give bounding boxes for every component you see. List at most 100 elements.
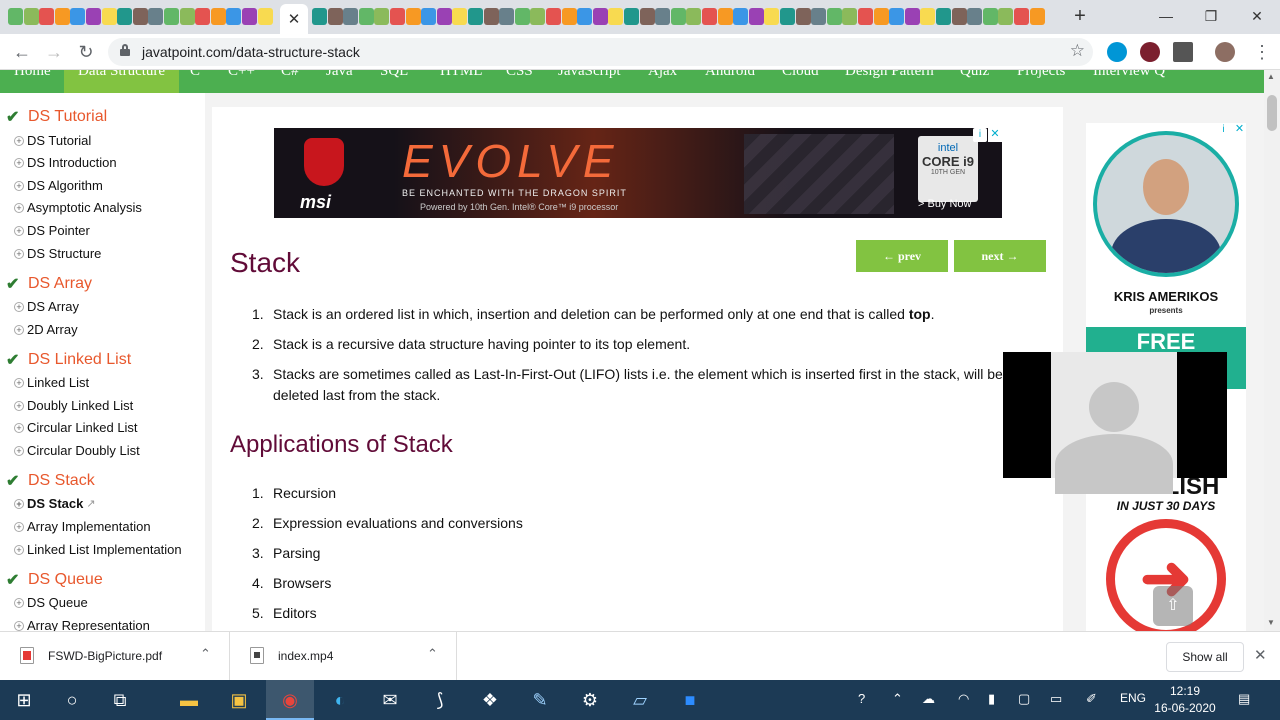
browser-tab[interactable] [421,8,437,25]
nav-item-c-[interactable]: C# [281,70,299,80]
browser-tab[interactable] [998,8,1014,25]
store-icon[interactable]: ▣ [215,680,263,720]
microphone-icon[interactable]: ▮ [988,691,995,707]
minimize-button[interactable]: — [1143,4,1189,28]
sidebar-section-ds-array[interactable]: ✔ DS Array [6,274,92,294]
nav-item-ajax[interactable]: Ajax [648,70,677,80]
browser-tab[interactable] [312,8,327,25]
browser-tab[interactable] [242,8,257,25]
browser-tab[interactable] [499,8,515,25]
browser-tab[interactable] [1029,8,1045,25]
sidebar-item-ds-introduction[interactable]: + DS Introduction [14,155,117,170]
chevron-up-icon[interactable]: ⌃ [200,646,211,662]
browser-tab[interactable] [577,8,593,25]
nav-item-interview-q[interactable]: Interview Q [1093,70,1165,80]
sidebar-item-ds-stack[interactable]: + DS Stack ↗ [14,496,96,511]
browser-tab[interactable] [164,8,179,25]
sidebar-item-ds-queue[interactable]: + DS Queue [14,595,88,610]
sidebar-item-ds-tutorial[interactable]: + DS Tutorial [14,133,91,148]
sidebar-item-array-implementation[interactable]: + Array Implementation [14,519,151,534]
next-button[interactable]: next → [954,240,1046,272]
side-ad-info-icon[interactable]: i [1217,123,1230,136]
wifi-icon[interactable]: ◠ [958,691,969,707]
nav-item-data-structure[interactable]: Data Structure [64,70,180,93]
browser-tab[interactable] [195,8,211,25]
nav-item-home[interactable]: Home [14,70,51,80]
chevron-up-icon[interactable]: ⌃ [892,691,903,707]
browser-tab[interactable] [23,8,39,25]
nav-item-css[interactable]: CSS [506,70,533,80]
sidebar-item-linked-list-implementation[interactable]: + Linked List Implementation [14,542,182,557]
browser-tab[interactable] [405,8,421,25]
browser-tab[interactable] [639,8,655,25]
ad-close-icon[interactable]: ✕ [988,128,1002,142]
k-extension-icon[interactable] [1140,42,1160,62]
browser-tab[interactable] [179,8,195,25]
scrollbar-thumb[interactable] [1267,95,1277,131]
bookmark-star-icon[interactable]: ☆ [1070,41,1085,61]
browser-tab[interactable] [889,8,905,25]
chevron-up-icon[interactable]: ⌃ [427,646,438,662]
settings-gear-icon[interactable]: ⚙ [566,680,614,720]
nav-item-html[interactable]: HTML [440,70,483,80]
scroll-to-top-button[interactable]: ⇧ [1153,586,1193,626]
new-tab-button[interactable]: + [1070,4,1090,28]
nav-item-android[interactable]: Android [705,70,755,80]
menu-icon[interactable]: ⋮ [1250,40,1274,64]
browser-tab[interactable] [780,8,795,25]
close-icon[interactable]: ✕ [288,10,301,28]
browser-tab[interactable] [327,8,343,25]
browser-tab[interactable] [858,8,873,25]
chrome-icon[interactable]: ◉ [266,680,314,720]
download-item[interactable]: index.mp4 ⌃ [230,632,457,681]
browser-tab[interactable] [210,8,226,25]
search-icon[interactable]: ○ [48,680,96,720]
browser-tab[interactable] [951,8,967,25]
edge-icon[interactable]: ◐ [316,680,364,720]
browser-tab[interactable] [117,8,133,25]
browser-tab[interactable] [101,8,117,25]
language-indicator[interactable]: ENG [1120,691,1146,705]
sidebar-item-2d-array[interactable]: +2D Array [14,322,78,337]
browser-tab[interactable] [452,8,468,25]
nav-item-quiz[interactable]: Quiz [960,70,989,80]
close-icon[interactable]: ✕ [1254,646,1267,664]
browser-tab[interactable] [904,8,920,25]
sidebar-item-asymptotic-analysis[interactable]: + Asymptotic Analysis [14,200,142,215]
browser-tab[interactable] [468,8,483,25]
ad-banner[interactable]: msi EVOLVE BE ENCHANTED WITH THE DRAGON … [274,128,1002,218]
browser-tab[interactable] [842,8,858,25]
browser-tab[interactable] [608,8,624,25]
notes-icon[interactable]: ▱ [616,680,664,720]
browser-tab[interactable] [733,8,749,25]
browser-tab[interactable] [483,8,499,25]
hp-extension-icon[interactable] [1107,42,1127,62]
notifications-icon[interactable]: ▤ [1238,691,1250,707]
cloud-icon[interactable]: ☁ [922,691,935,707]
browser-tab[interactable] [8,8,23,25]
active-tab[interactable]: ✕ [280,4,308,34]
browser-tab[interactable] [358,8,374,25]
browser-tab[interactable] [70,8,86,25]
back-icon[interactable]: ← [10,40,34,64]
browser-tab[interactable] [936,8,951,25]
browser-tab[interactable] [148,8,164,25]
sidebar-item-doubly-linked-list[interactable]: + Doubly Linked List [14,398,133,413]
browser-tab[interactable] [748,8,764,25]
restore-button[interactable]: ❐ [1188,4,1234,28]
show-all-button[interactable]: Show all [1166,642,1244,672]
sidebar-item-ds-algorithm[interactable]: + DS Algorithm [14,178,103,193]
side-ad-close-icon[interactable]: ✕ [1233,123,1246,136]
download-item[interactable]: FSWD-BigPicture.pdf ⌃ [0,632,230,681]
browser-tab[interactable] [132,8,148,25]
sidebar-item-linked-list[interactable]: + Linked List [14,375,89,390]
forward-icon[interactable]: → [42,40,66,64]
nav-item-c-[interactable]: C++ [228,70,255,80]
nav-item-sql[interactable]: SQL [380,70,408,80]
browser-tab[interactable] [514,8,530,25]
ad-info-icon[interactable]: i [973,128,987,142]
browser-tab[interactable] [561,8,577,25]
nav-item-cloud[interactable]: Cloud [782,70,819,80]
sidebar-item-circular-linked-list[interactable]: + Circular Linked List [14,420,138,435]
nav-item-java[interactable]: Java [326,70,353,80]
